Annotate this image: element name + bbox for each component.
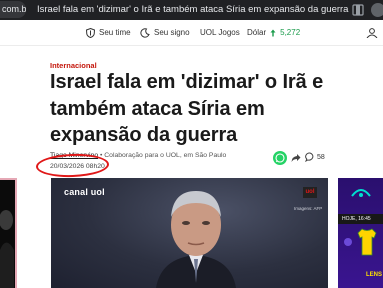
user-icon[interactable] [366,28,378,38]
uol-jogos-link[interactable]: UOL Jogos [200,20,240,46]
ad-person-image [0,210,14,288]
ad-footer-text: LENS [366,272,383,278]
seu-time-link[interactable]: Seu time [86,20,131,46]
seu-signo-label: Seu signo [154,28,190,37]
byline-text: • Colaboração para o UOL, em São Paulo [98,152,227,159]
whatsapp-share-button[interactable] [273,151,287,165]
site-header: Seu time Seu signo UOL Jogos Dólar 5,272 [0,20,383,46]
speaker-image [156,191,236,288]
image-credit: Imagens: AFP [294,206,323,211]
jersey-icon [357,228,377,256]
share-arrow-icon[interactable] [291,153,301,163]
ad-logo-icon [351,189,371,197]
shield-icon [86,28,95,38]
left-ad-banner[interactable] [0,178,17,288]
seu-signo-link[interactable]: Seu signo [140,20,190,46]
video-player[interactable]: canal uol uol Imagens: AFP [51,178,328,288]
channel-brand: uol [90,187,105,197]
date-highlight-circle [35,152,110,179]
comment-count: 58 [317,153,325,161]
dolar-quote[interactable]: Dólar 5,272 [247,20,300,46]
profile-avatar[interactable] [371,3,383,17]
canal-uol-logo: canal uol [64,187,105,197]
page-tab-title: Israel fala em 'dizimar' o Irã e também … [37,4,349,15]
moon-icon [140,28,150,38]
article-headline: Israel fala em 'dizimar' o Irã e também … [50,71,324,146]
ad-indicator-dot [344,238,352,246]
whatsapp-icon [275,153,285,163]
address-bar[interactable]: com.br [0,1,26,18]
extensions-icon[interactable] [352,4,364,16]
comment-bubble-icon [305,152,314,162]
channel-name: canal [64,187,89,197]
seu-time-label: Seu time [99,28,131,37]
dolar-value: 5,272 [280,28,301,37]
page: com.br Israel fala em 'dizimar' o Irã e … [0,0,383,288]
dolar-label: Dólar [247,28,267,37]
ad-time-bar: HOJE, 16:45 [338,214,383,224]
comments-button[interactable]: 58 [305,152,325,162]
arrow-up-icon [270,29,276,37]
browser-chrome: com.br Israel fala em 'dizimar' o Irã e … [0,0,383,20]
uol-badge: uol [303,187,317,198]
right-ad-banner[interactable]: HOJE, 16:45 LENS [338,178,383,288]
uol-jogos-label: UOL Jogos [200,28,240,37]
